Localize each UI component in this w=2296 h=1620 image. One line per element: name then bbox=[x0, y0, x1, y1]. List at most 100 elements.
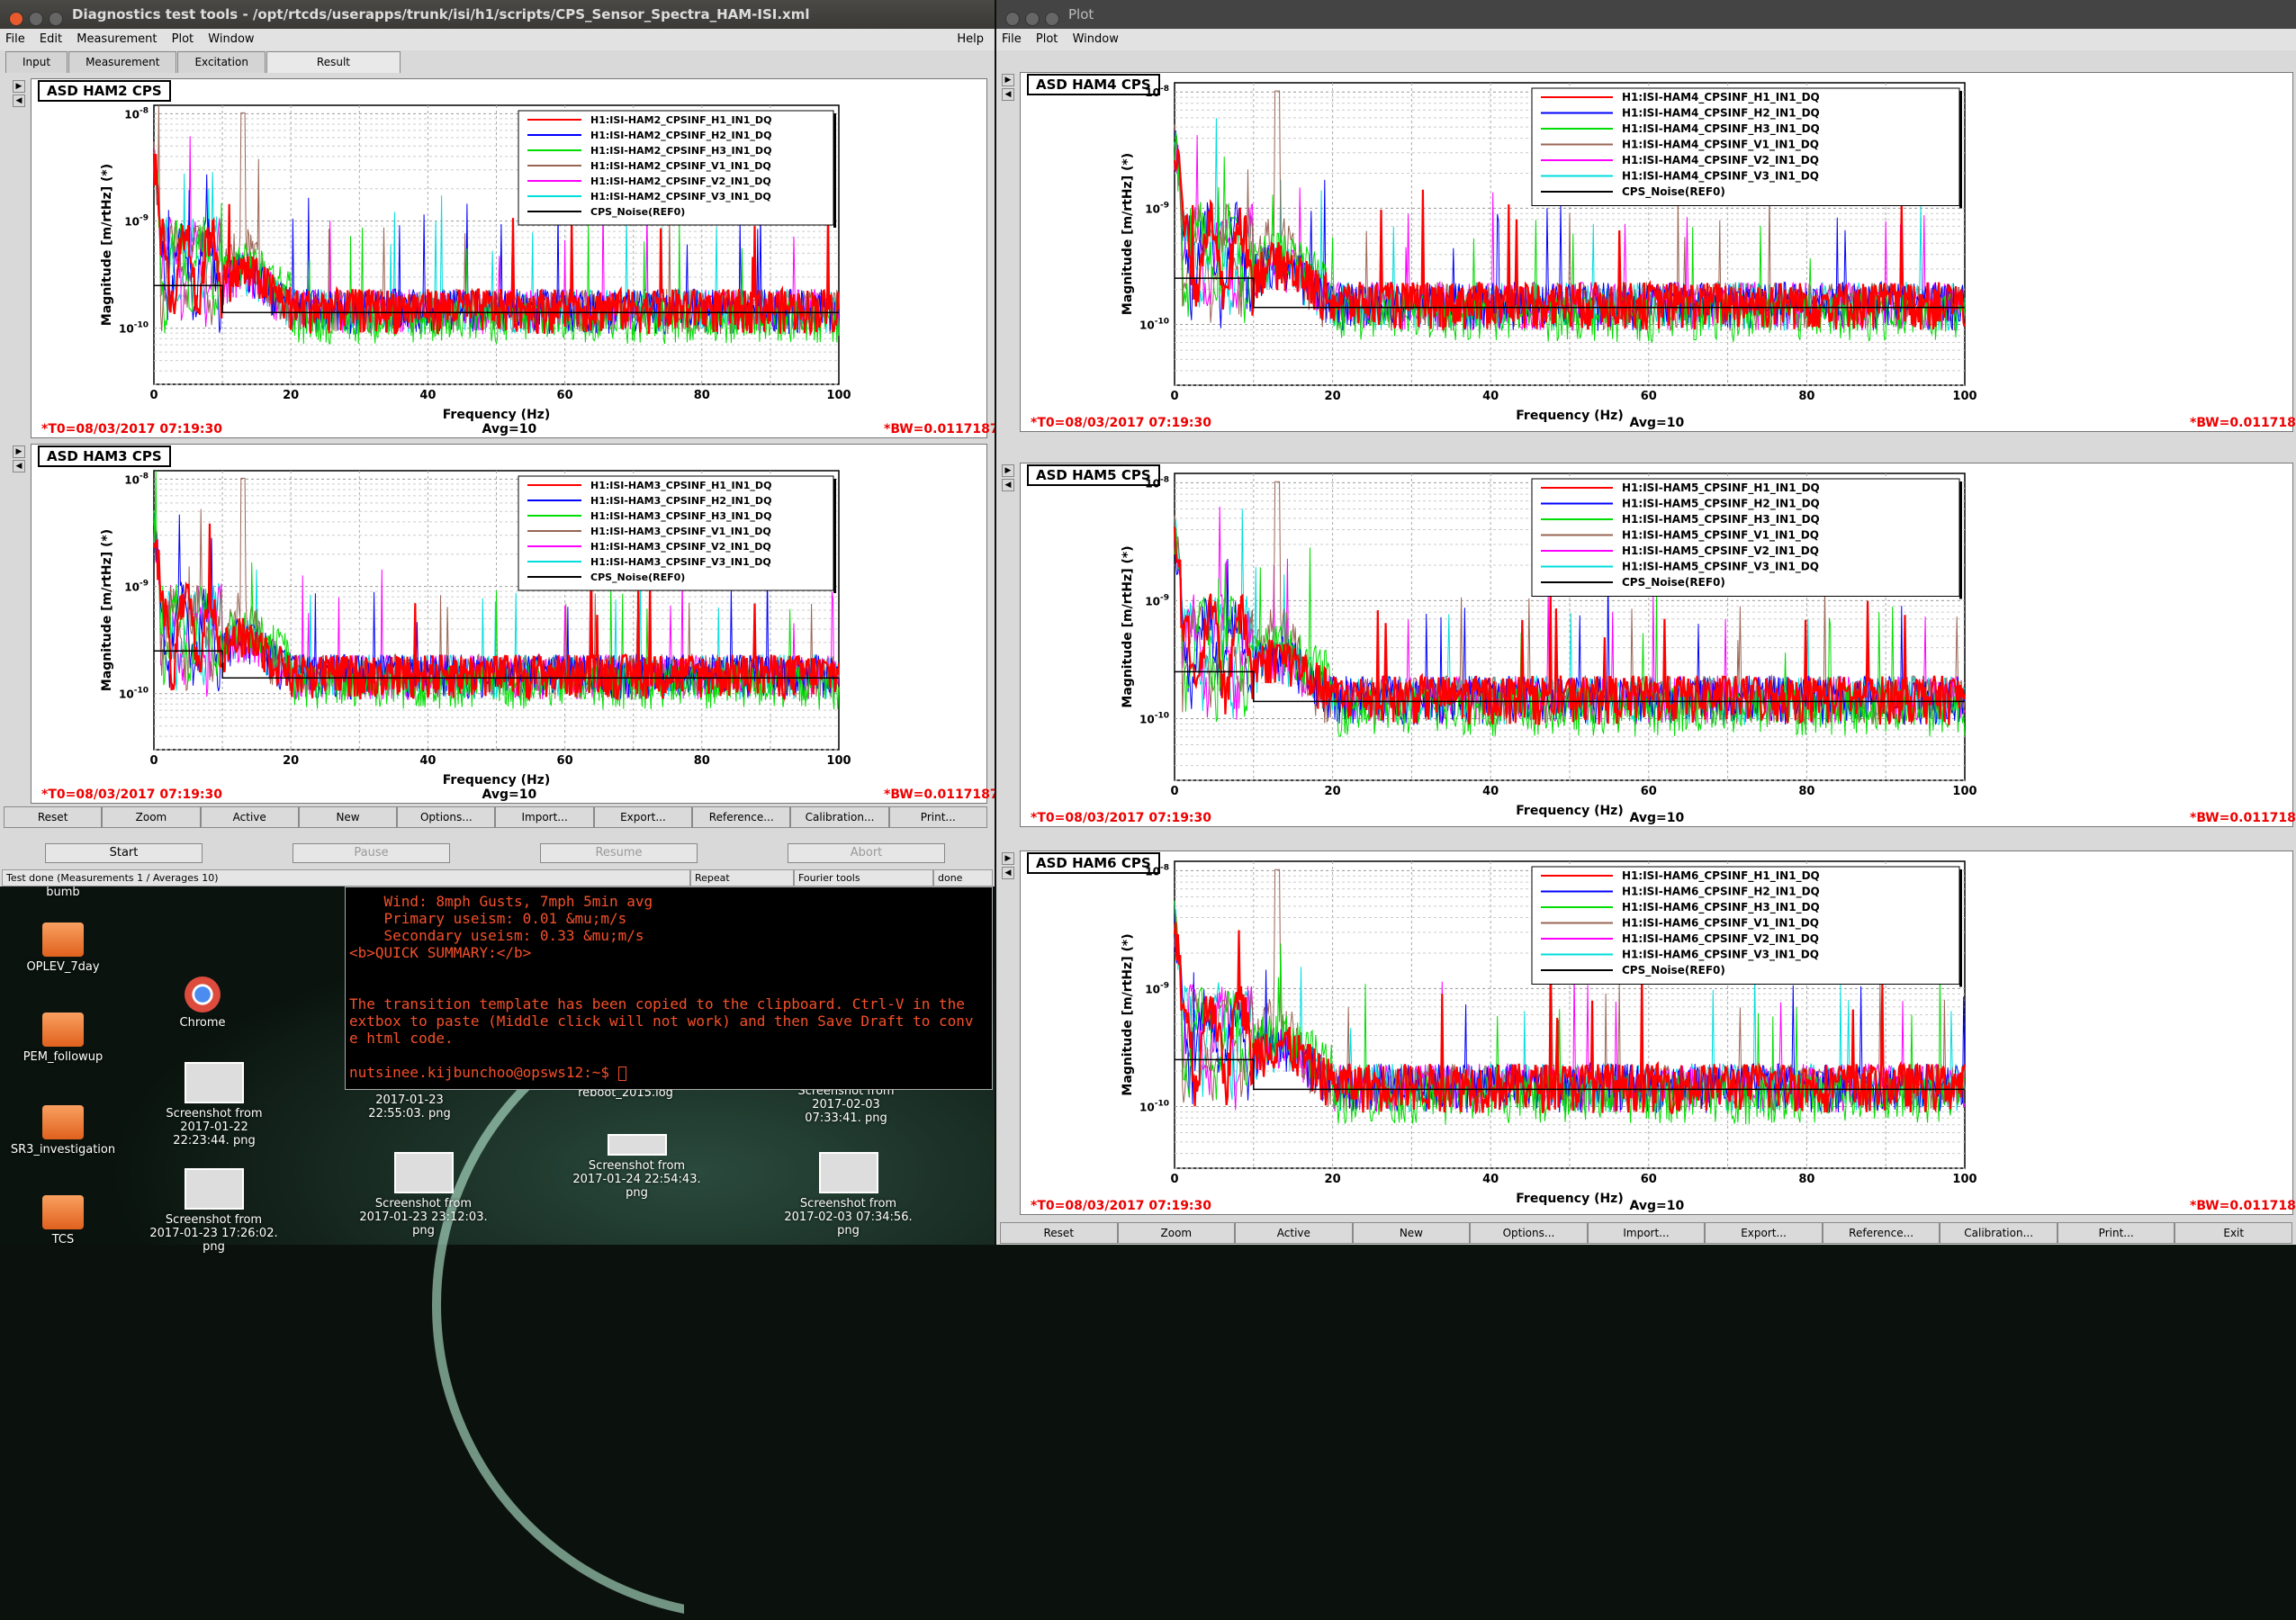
desktop-screenshot-3[interactable]: Screenshot from 2017-02-03 07:33:41. png bbox=[783, 1084, 909, 1125]
image-thumbnail-icon bbox=[393, 1152, 454, 1193]
close-icon[interactable] bbox=[1005, 12, 1020, 26]
desktop-folder-sr3[interactable]: SR3_investigation bbox=[5, 1105, 122, 1156]
exit-button[interactable]: Exit bbox=[2174, 1222, 2293, 1244]
asd-chart: 0 20 40 60 80 100 10-8 10-9 10-10 Frequency (Hz) M… bbox=[1121, 82, 1977, 423]
reference-button[interactable]: Reference... bbox=[692, 806, 791, 828]
x-axis-label: Frequency (Hz) bbox=[443, 773, 550, 788]
export-button[interactable]: Export... bbox=[593, 806, 693, 828]
new-button[interactable]: New bbox=[298, 806, 398, 828]
active-button[interactable]: Active bbox=[1235, 1222, 1353, 1244]
print-button[interactable]: Print... bbox=[888, 806, 987, 828]
x-tick-label: 60 bbox=[1641, 1173, 1657, 1186]
desktop-folder-tcs[interactable]: TCS bbox=[18, 1195, 108, 1246]
desktop-screenshot-7[interactable]: Screenshot from 2017-02-03 07:34:56. png bbox=[783, 1152, 914, 1238]
arrow-left-icon[interactable]: ◀ bbox=[13, 460, 25, 472]
desktop-app-chrome[interactable]: Chrome bbox=[167, 976, 239, 1030]
active-button[interactable]: Active bbox=[200, 806, 299, 828]
pause-button[interactable]: Pause bbox=[293, 843, 450, 863]
minimize-icon[interactable] bbox=[1025, 12, 1040, 26]
new-button[interactable]: New bbox=[1352, 1222, 1471, 1244]
legend-shadow bbox=[833, 113, 836, 228]
x-tick-label: 40 bbox=[1482, 785, 1499, 798]
menu-window[interactable]: Window bbox=[208, 32, 254, 46]
close-icon[interactable] bbox=[9, 12, 23, 26]
maximize-icon[interactable] bbox=[49, 12, 63, 26]
minimize-icon[interactable] bbox=[29, 12, 43, 26]
desktop-folder-oplev[interactable]: OPLEV_7day bbox=[14, 922, 113, 974]
menu-file[interactable]: File bbox=[5, 32, 25, 46]
start-button[interactable]: Start bbox=[45, 843, 203, 863]
t0-label: *T0=08/03/2017 07:19:30 bbox=[41, 788, 223, 802]
arrow-left-icon[interactable]: ◀ bbox=[13, 94, 25, 107]
arrow-right-icon[interactable]: ▶ bbox=[1002, 74, 1014, 86]
options-button[interactable]: Options... bbox=[1470, 1222, 1588, 1244]
legend-label: H1:ISI-HAM4_CPSINF_H3_IN1_DQ bbox=[1622, 122, 1820, 136]
desktop-screenshot-1[interactable]: Screenshot from 2017-01-22 22:23:44. png bbox=[151, 1062, 277, 1148]
menu-edit[interactable]: Edit bbox=[40, 32, 62, 46]
status-repeat: Repeat bbox=[690, 869, 794, 886]
image-thumbnail-icon bbox=[184, 1168, 244, 1210]
desktop-screenshot-4[interactable]: Screenshot from 2017-01-23 17:26:02. png bbox=[149, 1168, 279, 1254]
arrow-right-icon[interactable]: ▶ bbox=[1002, 464, 1014, 477]
import-button[interactable]: Import... bbox=[1587, 1222, 1706, 1244]
export-button[interactable]: Export... bbox=[1705, 1222, 1823, 1244]
terminal-cursor bbox=[617, 1066, 626, 1081]
desktop-screenshot-5[interactable]: Screenshot from 2017-01-23 23:12:03. png bbox=[358, 1152, 489, 1238]
desktop-item-label: bumb bbox=[46, 886, 80, 899]
arrow-right-icon[interactable]: ▶ bbox=[1002, 852, 1014, 865]
desktop-screenshot-2[interactable]: 2017-01-23 22:55:03. png bbox=[347, 1094, 473, 1120]
resume-button[interactable]: Resume bbox=[540, 843, 698, 863]
plot-scroll-arrows[interactable]: ▶ ◀ bbox=[1002, 464, 1014, 493]
menu-window[interactable]: Window bbox=[1073, 32, 1119, 46]
plot-scroll-arrows[interactable]: ▶ ◀ bbox=[13, 446, 25, 474]
legend-label: H1:ISI-HAM2_CPSINF_V2_IN1_DQ bbox=[590, 176, 771, 187]
title-bar[interactable]: Plot bbox=[996, 0, 2296, 29]
y-tick-label: 10-9 bbox=[124, 214, 149, 229]
bw-label: *BW=0.0117187 bbox=[2190, 1199, 2296, 1213]
desktop-screenshot-6[interactable]: Screenshot from 2017-01-24 22:54:43. png bbox=[572, 1134, 702, 1200]
import-button[interactable]: Import... bbox=[495, 806, 594, 828]
reset-button[interactable]: Reset bbox=[1000, 1222, 1118, 1244]
reference-button[interactable]: Reference... bbox=[1822, 1222, 1940, 1244]
menu-plot[interactable]: Plot bbox=[172, 32, 194, 46]
arrow-left-icon[interactable]: ◀ bbox=[1002, 479, 1014, 491]
legend-shadow bbox=[1959, 91, 1962, 209]
desktop-folder-pem[interactable]: PEM_followup bbox=[14, 1012, 113, 1064]
x-tick-label: 100 bbox=[826, 754, 851, 768]
legend-label: H1:ISI-HAM2_CPSINF_H1_IN1_DQ bbox=[590, 114, 771, 126]
desktop-item-label: OPLEV_7day bbox=[26, 960, 100, 974]
maximize-icon[interactable] bbox=[1045, 12, 1059, 26]
calibration-button[interactable]: Calibration... bbox=[790, 806, 889, 828]
menu-measurement[interactable]: Measurement bbox=[77, 32, 157, 46]
title-bar[interactable]: Diagnostics test tools - /opt/rtcds/user… bbox=[0, 0, 995, 29]
y-axis-label: Magnitude [m/rtHz] (*) bbox=[100, 529, 114, 691]
tab-measurement[interactable]: Measurement bbox=[68, 51, 177, 73]
diagnostics-window: Diagnostics test tools - /opt/rtcds/user… bbox=[0, 0, 995, 886]
menu-plot[interactable]: Plot bbox=[1036, 32, 1058, 46]
arrow-right-icon[interactable]: ▶ bbox=[13, 80, 25, 93]
print-button[interactable]: Print... bbox=[2057, 1222, 2175, 1244]
tab-input[interactable]: Input bbox=[5, 51, 68, 73]
zoom-button[interactable]: Zoom bbox=[1117, 1222, 1236, 1244]
calibration-button[interactable]: Calibration... bbox=[1940, 1222, 2057, 1244]
tab-excitation[interactable]: Excitation bbox=[177, 51, 266, 73]
menu-help[interactable]: Help bbox=[957, 29, 984, 50]
menu-file[interactable]: File bbox=[1002, 32, 1022, 46]
arrow-left-icon[interactable]: ◀ bbox=[1002, 867, 1014, 879]
desktop-item-bumb[interactable]: bumb bbox=[36, 886, 90, 899]
plot-scroll-arrows[interactable]: ▶ ◀ bbox=[1002, 852, 1014, 881]
legend-label: H1:ISI-HAM3_CPSINF_H3_IN1_DQ bbox=[590, 510, 771, 522]
reset-button[interactable]: Reset bbox=[4, 806, 103, 828]
plot-scroll-arrows[interactable]: ▶ ◀ bbox=[13, 80, 25, 109]
tab-result[interactable]: Result bbox=[266, 51, 401, 73]
arrow-right-icon[interactable]: ▶ bbox=[13, 446, 25, 458]
abort-button[interactable]: Abort bbox=[788, 843, 945, 863]
options-button[interactable]: Options... bbox=[397, 806, 496, 828]
plot-scroll-arrows[interactable]: ▶ ◀ bbox=[1002, 74, 1014, 103]
legend-label: H1:ISI-HAM5_CPSINF_V3_IN1_DQ bbox=[1622, 561, 1819, 574]
arrow-left-icon[interactable]: ◀ bbox=[1002, 88, 1014, 101]
zoom-button[interactable]: Zoom bbox=[102, 806, 201, 828]
terminal-window[interactable]: Wind: 8mph Gusts, 7mph 5min avg Primary … bbox=[345, 886, 993, 1090]
